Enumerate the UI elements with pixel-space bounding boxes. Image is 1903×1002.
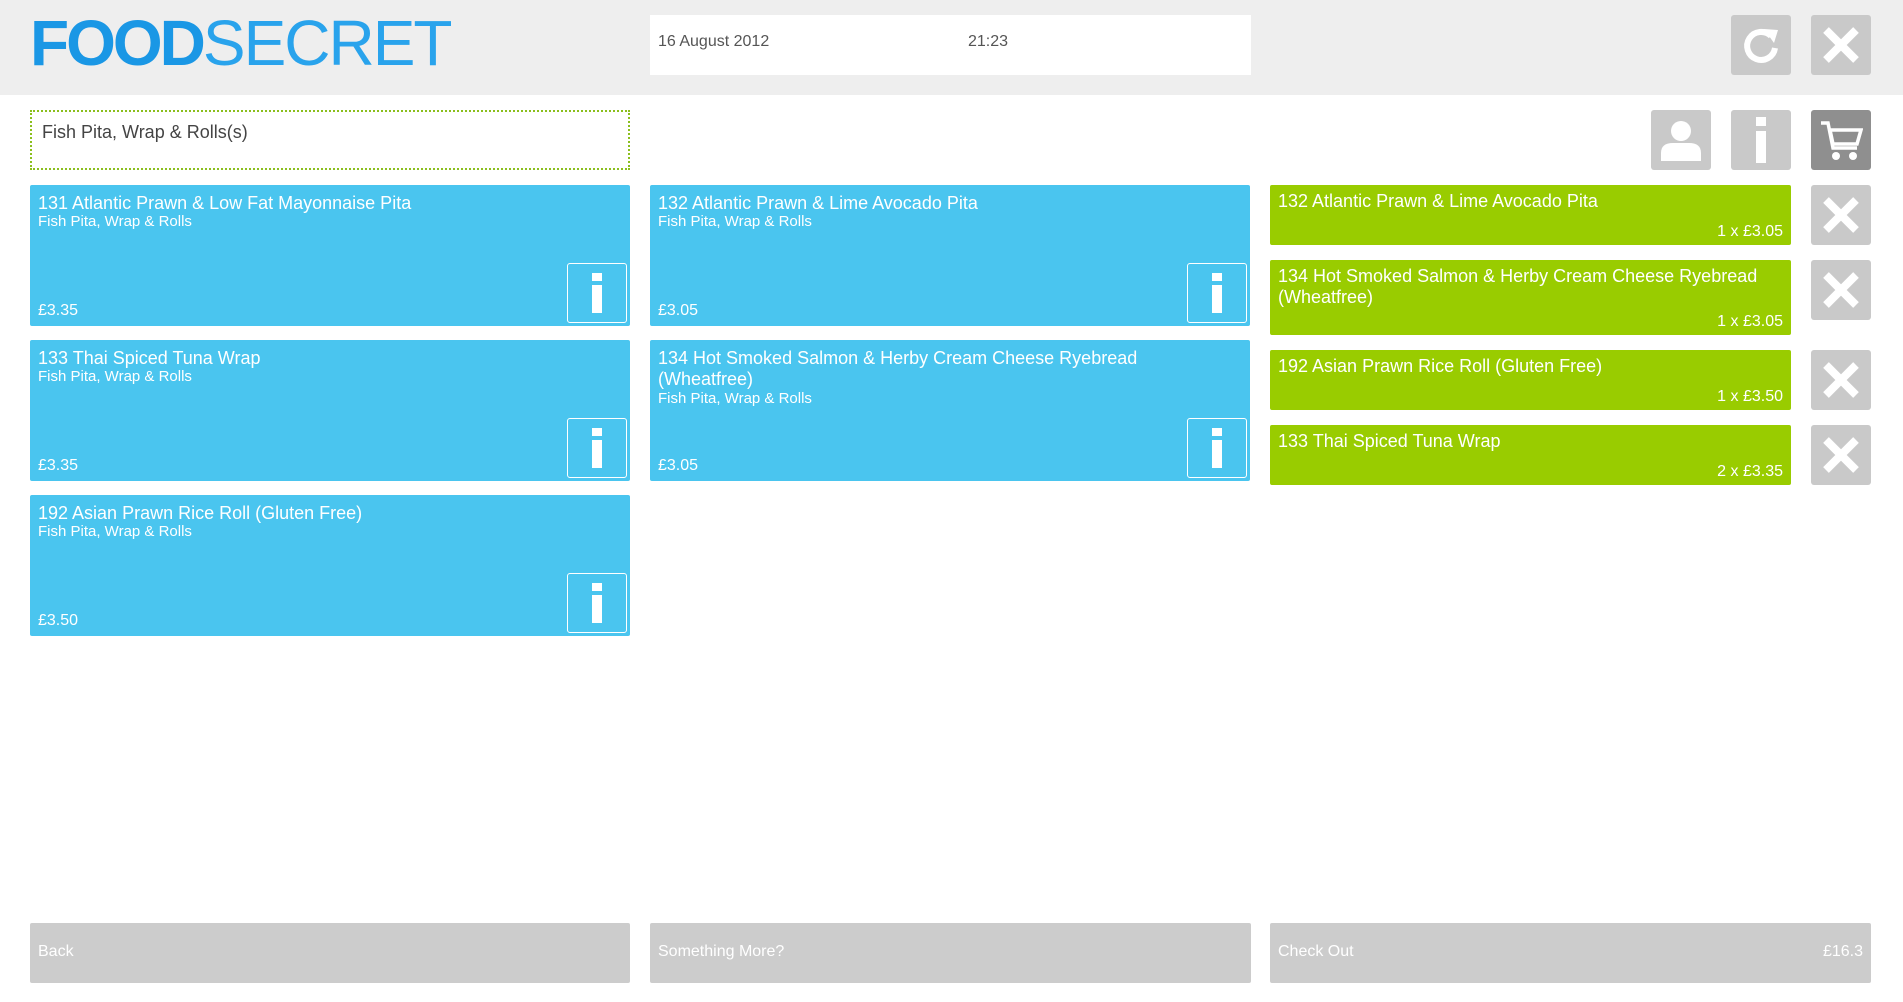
info-icon: [1212, 273, 1222, 313]
product-category: Fish Pita, Wrap & Rolls: [38, 523, 192, 540]
exit-button[interactable]: [1811, 15, 1871, 75]
product-price: £3.35: [38, 302, 79, 319]
info-icon: [592, 428, 602, 468]
user-icon: [1661, 121, 1701, 161]
product-card[interactable]: 132 Atlantic Prawn & Lime Avocado Pita F…: [650, 185, 1250, 326]
close-icon: [1823, 437, 1859, 473]
product-card[interactable]: 192 Asian Prawn Rice Roll (Gluten Free) …: [30, 495, 630, 636]
info-icon: [592, 583, 602, 623]
product-title: 133 Thai Spiced Tuna Wrap: [38, 348, 261, 368]
info-icon: [1756, 117, 1766, 163]
logo-food: FOOD: [30, 7, 206, 79]
current-time: 21:23: [968, 33, 1009, 50]
basket-item: 192 Asian Prawn Rice Roll (Gluten Free) …: [1270, 350, 1791, 410]
product-title: 131 Atlantic Prawn & Low Fat Mayonnaise …: [38, 193, 412, 213]
product-category: Fish Pita, Wrap & Rolls: [658, 390, 812, 407]
product-price: £3.35: [38, 457, 79, 474]
info-icon: [592, 273, 602, 313]
basket-item-quantity: 1 x £3.05: [1717, 223, 1783, 240]
basket-item-title: 192 Asian Prawn Rice Roll (Gluten Free): [1278, 356, 1603, 376]
basket-item: 132 Atlantic Prawn & Lime Avocado Pita 1…: [1270, 185, 1791, 245]
checkout-total: £16.3: [1822, 943, 1863, 960]
category-label: Fish Pita, Wrap & Rolls(s): [42, 122, 248, 142]
cart-button[interactable]: [1811, 110, 1871, 170]
basket-item-quantity: 2 x £3.35: [1717, 463, 1783, 480]
product-info-button[interactable]: [567, 418, 627, 478]
close-icon: [1823, 197, 1859, 233]
basket-item: 134 Hot Smoked Salmon & Herby Cream Chee…: [1270, 260, 1791, 335]
basket-item: 133 Thai Spiced Tuna Wrap 2 x £3.35: [1270, 425, 1791, 485]
product-card[interactable]: 134 Hot Smoked Salmon & Herby Cream Chee…: [650, 340, 1250, 481]
current-date: 16 August 2012: [658, 33, 770, 50]
basket-item-title: 134 Hot Smoked Salmon & Herby Cream Chee…: [1278, 266, 1758, 307]
basket-item-quantity: 1 x £3.50: [1717, 388, 1783, 405]
refresh-icon: [1744, 28, 1778, 63]
product-info-button[interactable]: [1187, 418, 1247, 478]
info-icon: [1212, 428, 1222, 468]
product-title: 192 Asian Prawn Rice Roll (Gluten Free): [38, 503, 363, 523]
product-price: £3.05: [658, 457, 699, 474]
product-price: £3.05: [658, 302, 699, 319]
info-button[interactable]: [1731, 110, 1791, 170]
product-card[interactable]: 131 Atlantic Prawn & Low Fat Mayonnaise …: [30, 185, 630, 326]
basket-item-quantity: 1 x £3.05: [1717, 313, 1783, 330]
cart-icon: [1821, 121, 1863, 160]
basket-item-title: 132 Atlantic Prawn & Lime Avocado Pita: [1278, 191, 1598, 211]
product-category: Fish Pita, Wrap & Rolls: [658, 213, 812, 230]
basket-item-title: 133 Thai Spiced Tuna Wrap: [1278, 431, 1501, 451]
checkout-label: Check Out: [1278, 943, 1354, 960]
remove-item-button[interactable]: [1811, 185, 1871, 245]
account-button[interactable]: [1651, 110, 1711, 170]
product-category: Fish Pita, Wrap & Rolls: [38, 213, 192, 230]
product-title: 132 Atlantic Prawn & Lime Avocado Pita: [658, 193, 978, 213]
product-card[interactable]: 133 Thai Spiced Tuna Wrap Fish Pita, Wra…: [30, 340, 630, 481]
refresh-button[interactable]: [1731, 15, 1791, 75]
close-icon: [1823, 272, 1859, 308]
checkout-button[interactable]: Check Out £16.3: [1270, 923, 1871, 983]
back-button[interactable]: Back: [30, 923, 630, 983]
remove-item-button[interactable]: [1811, 260, 1871, 320]
product-price: £3.50: [38, 612, 79, 629]
product-category: Fish Pita, Wrap & Rolls: [38, 368, 192, 385]
product-title: 134 Hot Smoked Salmon & Herby Cream Chee…: [658, 348, 1138, 389]
something-more-button[interactable]: Something More?: [650, 923, 1251, 983]
product-info-button[interactable]: [567, 263, 627, 323]
remove-item-button[interactable]: [1811, 350, 1871, 410]
something-more-label: Something More?: [658, 943, 785, 960]
app-logo: FOODSECRET: [30, 11, 452, 75]
close-icon: [1823, 362, 1859, 398]
back-label: Back: [38, 943, 74, 960]
category-field: Fish Pita, Wrap & Rolls(s): [30, 110, 630, 170]
product-info-button[interactable]: [567, 573, 627, 633]
logo-secret: SECRET: [202, 7, 453, 79]
close-icon: [1823, 27, 1859, 63]
remove-item-button[interactable]: [1811, 425, 1871, 485]
product-info-button[interactable]: [1187, 263, 1247, 323]
